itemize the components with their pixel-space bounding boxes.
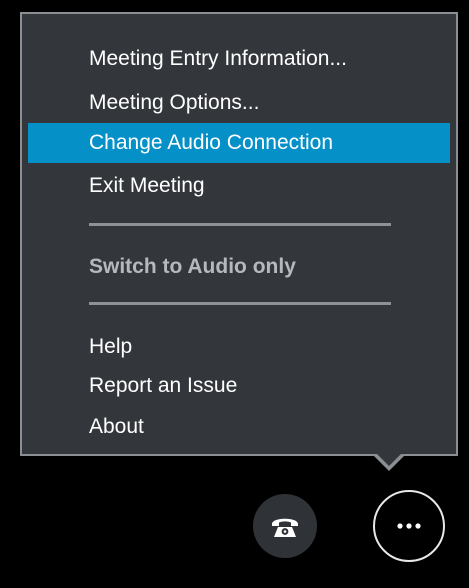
menu-item-meeting-entry-information[interactable]: Meeting Entry Information... [28, 39, 450, 79]
phone-icon [272, 518, 298, 537]
menu-item-switch-to-audio-only: Switch to Audio only [89, 255, 296, 278]
menu-item-exit-meeting[interactable]: Exit Meeting [28, 166, 450, 206]
menu-pointer-fill [375, 452, 403, 466]
meeting-options-menu: Meeting Entry Information... Meeting Opt… [20, 12, 458, 456]
menu-item-help[interactable]: Help [28, 327, 450, 367]
menu-item-meeting-options[interactable]: Meeting Options... [28, 83, 450, 123]
menu-divider [89, 302, 391, 305]
menu-item-about[interactable]: About [28, 407, 450, 447]
more-options-icon [397, 523, 421, 529]
phone-button[interactable] [253, 494, 317, 558]
menu-item-change-audio-connection[interactable]: Change Audio Connection [28, 123, 450, 163]
menu-item-report-an-issue[interactable]: Report an Issue [28, 366, 450, 406]
menu-divider [89, 223, 391, 226]
more-options-button[interactable] [373, 490, 445, 562]
